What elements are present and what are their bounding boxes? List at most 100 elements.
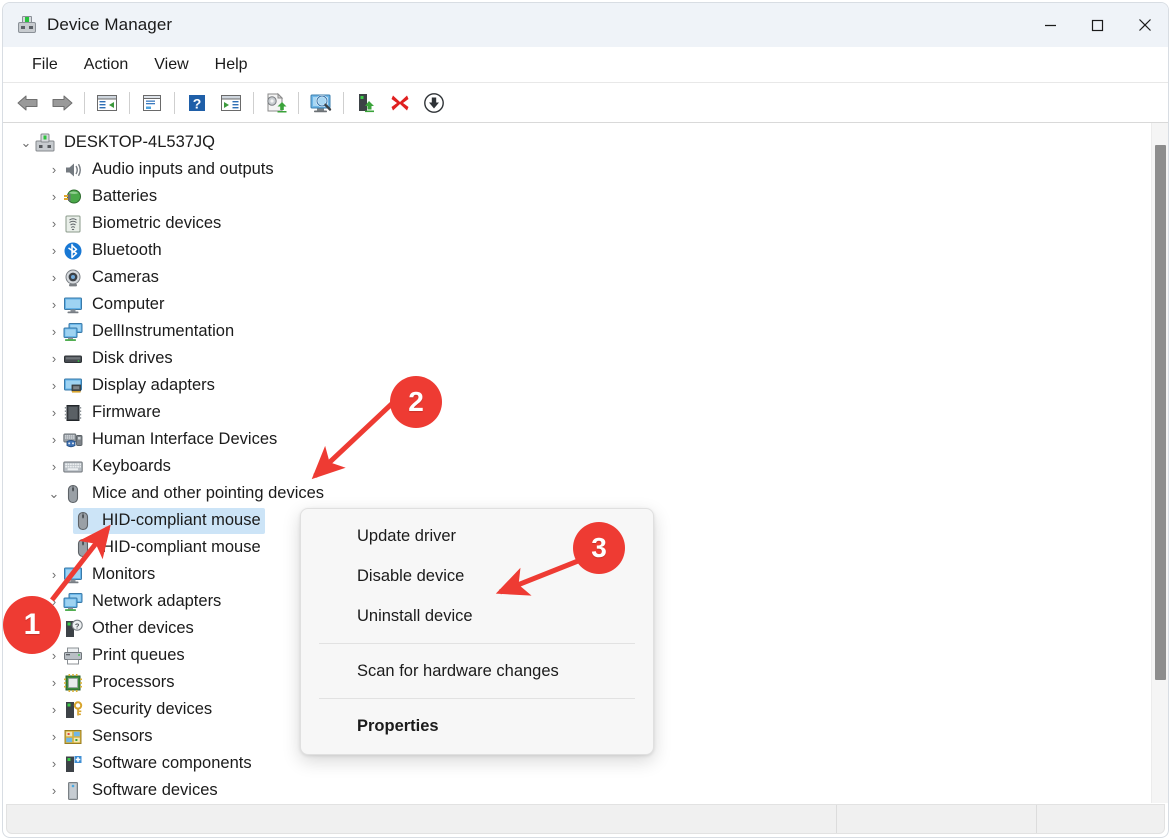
- menu-file[interactable]: File: [19, 52, 71, 78]
- update-driver-button[interactable]: [259, 87, 293, 119]
- tree-item-label: Security devices: [92, 699, 213, 718]
- toolbar-separator: [298, 91, 299, 114]
- show-hide-console-tree-button[interactable]: [90, 87, 124, 119]
- back-button[interactable]: [11, 87, 45, 119]
- minimize-button[interactable]: [1027, 3, 1074, 47]
- disk-drive-icon: [63, 349, 83, 369]
- context-menu-item-update-driver[interactable]: Update driver: [301, 516, 653, 556]
- chevron-right-icon[interactable]: ›: [45, 325, 63, 338]
- status-segment-tertiary: [1036, 805, 1164, 833]
- scan-for-hardware-changes-button[interactable]: [304, 87, 338, 119]
- help-button[interactable]: ?: [180, 87, 214, 119]
- back-arrow-icon: [17, 95, 38, 110]
- chevron-right-icon[interactable]: ›: [45, 676, 63, 689]
- speaker-icon: [63, 160, 83, 180]
- mouse-icon: [73, 511, 93, 531]
- chevron-right-icon[interactable]: ›: [45, 244, 63, 257]
- tree-item-label: Software devices: [92, 780, 218, 799]
- window-title: Device Manager: [47, 14, 173, 34]
- chevron-right-icon[interactable]: ›: [45, 352, 63, 365]
- keyboard-icon: [63, 457, 83, 477]
- scan-monitor-icon: [310, 94, 332, 112]
- tree-item-bluetooth[interactable]: › Bluetooth: [3, 237, 1143, 264]
- tree-item-label: Bluetooth: [92, 240, 162, 259]
- menu-help[interactable]: Help: [202, 52, 261, 78]
- vertical-scrollbar[interactable]: [1151, 123, 1168, 803]
- enable-device-button[interactable]: [417, 87, 451, 119]
- context-menu-item-uninstall-device[interactable]: Uninstall device: [301, 596, 653, 636]
- chevron-right-icon[interactable]: ›: [45, 406, 63, 419]
- scrollbar-thumb[interactable]: [1155, 145, 1166, 680]
- uninstall-device-icon: [359, 93, 374, 112]
- context-menu-separator: [319, 643, 635, 644]
- chevron-right-icon[interactable]: ›: [45, 784, 63, 797]
- monitor-icon: [63, 565, 83, 585]
- device-context-menu: Update driver Disable device Uninstall d…: [300, 508, 654, 755]
- tree-item-human-interface-devices[interactable]: › Human Interface Devices: [3, 426, 1143, 453]
- camera-icon: [63, 268, 83, 288]
- tree-item-batteries[interactable]: › Batteries: [3, 183, 1143, 210]
- chevron-right-icon[interactable]: ›: [45, 217, 63, 230]
- tree-item-disk-drives[interactable]: › Disk drives: [3, 345, 1143, 372]
- toolbar-separator: [129, 91, 130, 114]
- tree-item-label: Biometric devices: [92, 213, 222, 232]
- tree-item-mice-and-other-pointing-devices[interactable]: ⌄ Mice and other pointing devices: [3, 480, 1143, 507]
- tree-item-keyboards[interactable]: › Keyboards: [3, 453, 1143, 480]
- context-menu-item-disable-device[interactable]: Disable device: [301, 556, 653, 596]
- chevron-right-icon[interactable]: ›: [45, 379, 63, 392]
- toolbar-separator: [84, 91, 85, 114]
- menu-action[interactable]: Action: [71, 52, 141, 78]
- tree-item-dellinstrumentation[interactable]: › DellInstrumentation: [3, 318, 1143, 345]
- chevron-right-icon[interactable]: ›: [45, 730, 63, 743]
- chevron-right-icon[interactable]: ›: [45, 190, 63, 203]
- hid-gamepad-icon: [63, 430, 83, 450]
- tree-item-root[interactable]: ⌄ DESKTOP-4L537JQ: [3, 129, 1143, 156]
- chevron-right-icon[interactable]: ›: [45, 460, 63, 473]
- uninstall-device-button[interactable]: [349, 87, 383, 119]
- disable-device-button[interactable]: [383, 87, 417, 119]
- firmware-chip-icon: [63, 403, 83, 423]
- tree-item-biometric-devices[interactable]: › Biometric devices: [3, 210, 1143, 237]
- context-menu-item-scan-for-hardware-changes[interactable]: Scan for hardware changes: [301, 651, 653, 691]
- properties-button[interactable]: [135, 87, 169, 119]
- tree-item-display-adapters[interactable]: › Display adapters: [3, 372, 1143, 399]
- menu-view[interactable]: View: [141, 52, 201, 78]
- tree-item-label: HID-compliant mouse: [102, 537, 261, 556]
- tree-item-label: Computer: [92, 294, 165, 313]
- show-hide-action-pane-button[interactable]: [214, 87, 248, 119]
- forward-button[interactable]: [45, 87, 79, 119]
- tree-item-label: Monitors: [92, 564, 156, 583]
- unknown-device-icon: ?: [63, 619, 83, 639]
- chevron-down-icon[interactable]: ⌄: [45, 487, 63, 500]
- tree-item-label: Display adapters: [92, 375, 215, 394]
- chevron-right-icon[interactable]: ›: [45, 649, 63, 662]
- menu-bar: File Action View Help: [3, 47, 1168, 83]
- svg-text:?: ?: [75, 621, 80, 630]
- status-bar: [6, 804, 1165, 834]
- tree-item-computer[interactable]: › Computer: [3, 291, 1143, 318]
- context-menu-item-properties[interactable]: Properties: [301, 706, 653, 746]
- tree-item-software-devices[interactable]: › Software devices: [3, 777, 1143, 803]
- tree-item-cameras[interactable]: › Cameras: [3, 264, 1143, 291]
- tree-item-label: Other devices: [92, 618, 194, 637]
- chevron-right-icon[interactable]: ›: [45, 271, 63, 284]
- chevron-right-icon[interactable]: ›: [45, 163, 63, 176]
- sensors-icon: [63, 727, 83, 747]
- chevron-down-icon[interactable]: ⌄: [17, 136, 35, 149]
- chevron-right-icon[interactable]: ›: [45, 622, 63, 635]
- tree-item-firmware[interactable]: › Firmware: [3, 399, 1143, 426]
- chevron-right-icon[interactable]: ›: [45, 433, 63, 446]
- chevron-right-icon[interactable]: ›: [45, 757, 63, 770]
- software-device-icon: [63, 781, 83, 801]
- toolbar-separator: [343, 91, 344, 114]
- maximize-button[interactable]: [1074, 3, 1121, 47]
- chevron-right-icon[interactable]: ›: [45, 568, 63, 581]
- action-pane-icon: [221, 94, 241, 111]
- chevron-right-icon[interactable]: ›: [45, 703, 63, 716]
- svg-text:?: ?: [193, 95, 202, 111]
- chevron-right-icon[interactable]: ›: [45, 298, 63, 311]
- tree-item-audio-inputs-and-outputs[interactable]: › Audio inputs and outputs: [3, 156, 1143, 183]
- chevron-right-icon[interactable]: ›: [45, 595, 63, 608]
- tree-item-label: Sensors: [92, 726, 153, 745]
- close-button[interactable]: [1121, 3, 1168, 47]
